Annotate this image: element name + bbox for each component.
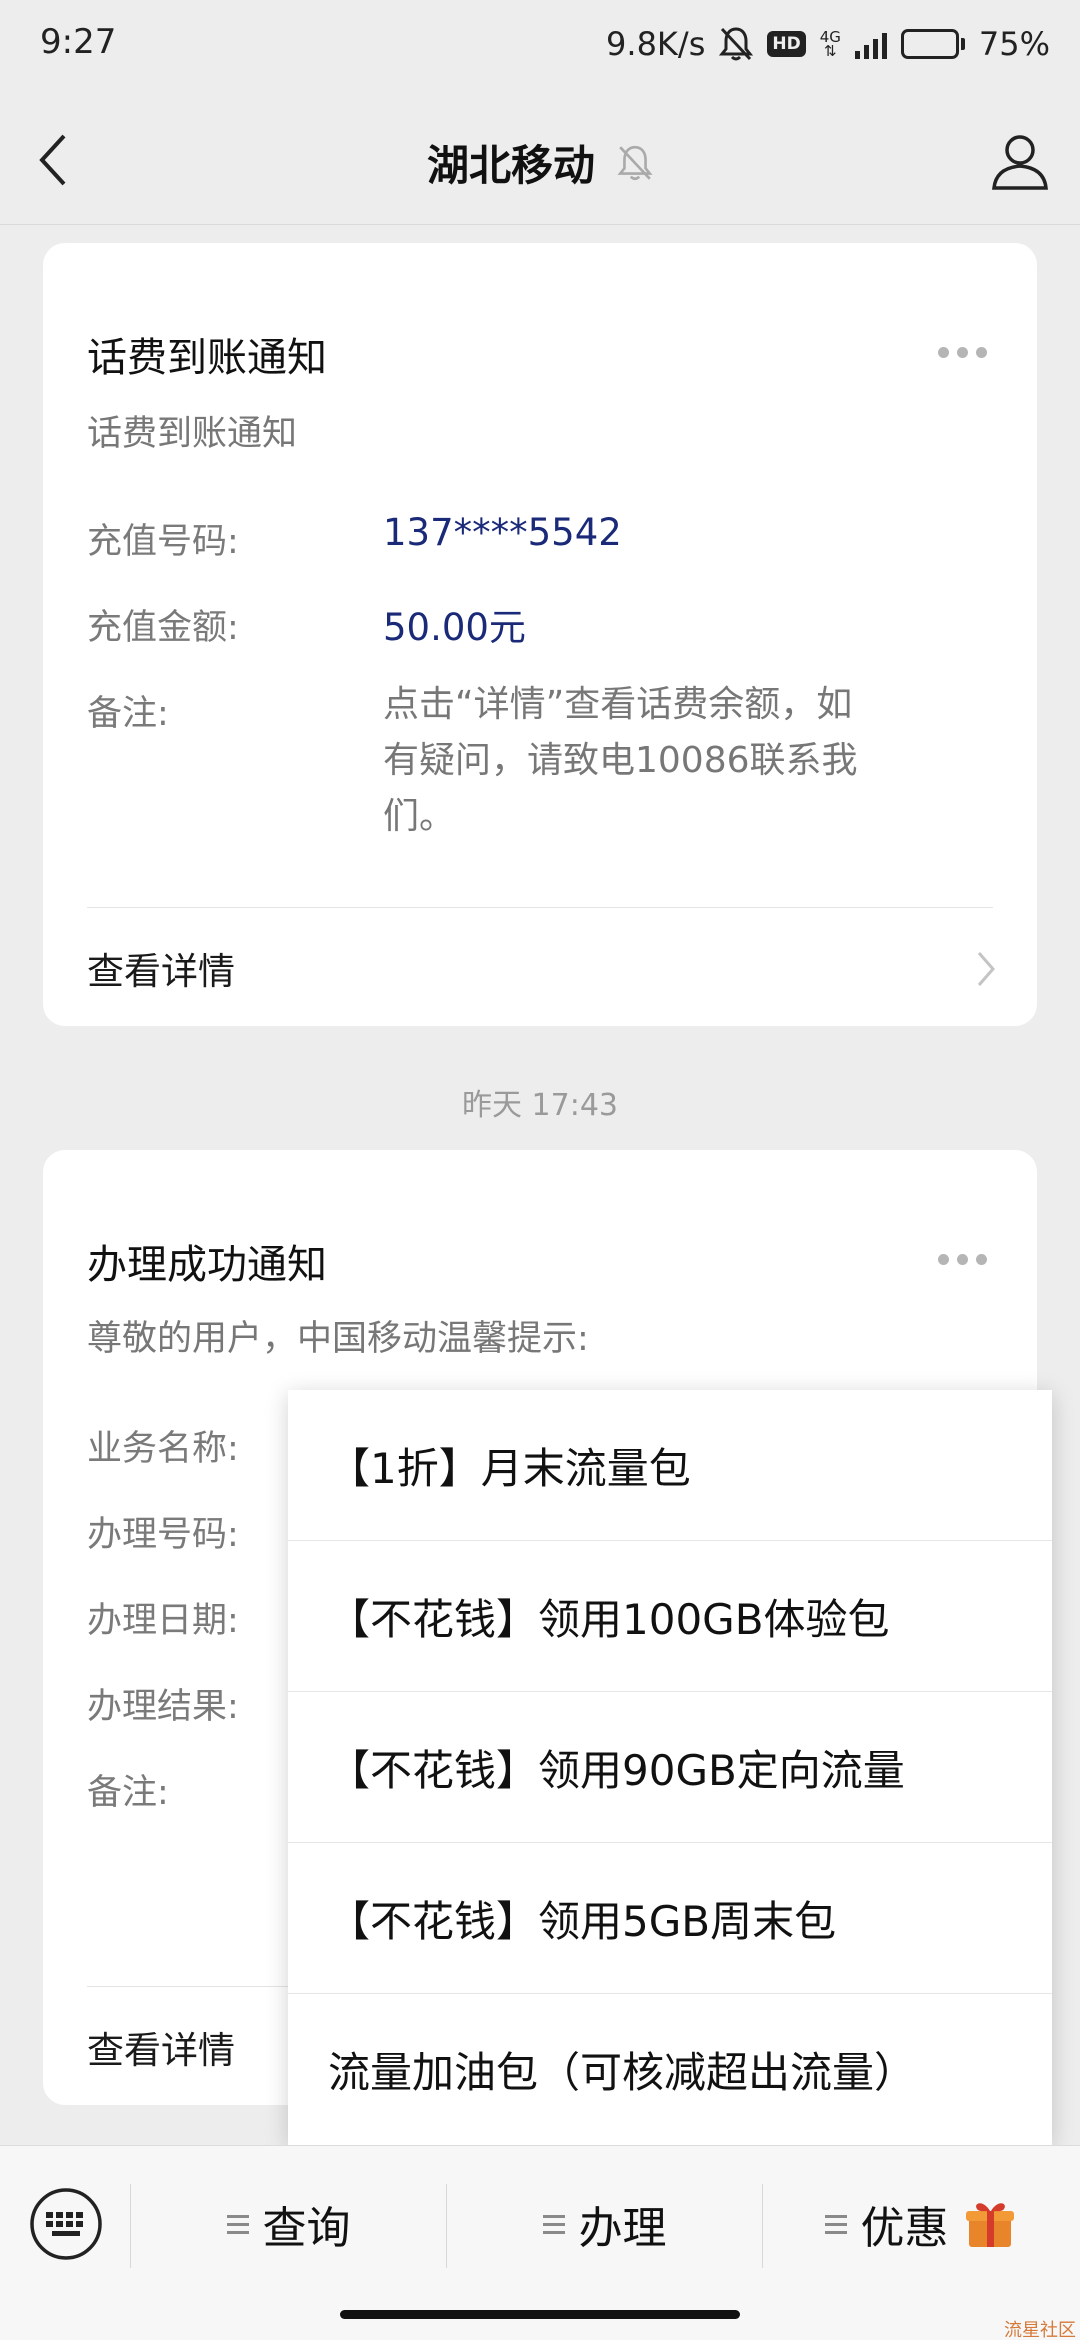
hd-badge: HD — [767, 31, 806, 57]
field-label: 充值金额: — [87, 608, 239, 648]
menu-item-monthend-package[interactable]: 【1折】月末流量包 — [288, 1390, 1052, 1541]
tab-handle[interactable]: 办理 — [447, 2176, 762, 2272]
menu-lines-icon — [542, 2214, 565, 2234]
battery-icon — [900, 29, 965, 59]
page-title: 湖北移动 — [426, 141, 595, 190]
view-details-link[interactable]: 查看详情 — [87, 941, 235, 995]
menu-item-100gb-trial[interactable]: 【不花钱】领用100GB体验包 — [288, 1541, 1052, 1692]
more-options-icon[interactable] — [938, 1254, 987, 1265]
status-time: 9:27 — [40, 22, 117, 62]
tab-label: 优惠 — [860, 2203, 949, 2254]
recharge-notice-card: 话费到账通知 话费到账通知 充值号码: 137****5542 充值金额: 50… — [43, 243, 1037, 1026]
field-label: 充值号码: — [87, 522, 239, 562]
gift-icon — [965, 2203, 1014, 2247]
chevron-right-icon[interactable] — [973, 949, 997, 989]
service-popup-menu: 【1折】月末流量包 【不花钱】领用100GB体验包 【不花钱】领用90GB定向流… — [288, 1390, 1052, 2145]
mute-bell-status-icon — [719, 27, 754, 61]
page-title-bar: 湖北移动 — [0, 132, 1080, 193]
user-icon[interactable] — [988, 130, 1052, 194]
recharge-number: 137****5542 — [383, 511, 622, 554]
field-label: 备注: — [87, 1773, 169, 1813]
battery-percent: 75% — [978, 25, 1050, 63]
menu-item-5gb-weekend[interactable]: 【不花钱】领用5GB周末包 — [288, 1843, 1052, 1994]
view-details-link[interactable]: 查看详情 — [87, 2020, 235, 2074]
status-indicators: 9.8K/s HD 4G ⇅ 75% — [606, 20, 1050, 68]
menu-lines-icon — [824, 2214, 847, 2234]
field-label: 办理日期: — [87, 1601, 239, 1641]
menu-item-90gb-directional[interactable]: 【不花钱】领用90GB定向流量 — [288, 1692, 1052, 1843]
signal-icon — [854, 29, 887, 59]
card-subtitle: 话费到账通知 — [87, 414, 298, 454]
tab-offers[interactable]: 优惠 — [763, 2176, 1078, 2272]
card-subtitle: 尊敬的用户，中国移动温馨提示: — [87, 1319, 589, 1359]
field-label: 办理号码: — [87, 1515, 239, 1555]
keyboard-icon[interactable] — [28, 2186, 104, 2262]
tab-label: 办理 — [578, 2203, 667, 2254]
menu-item-data-booster[interactable]: 流量加油包（可核减超出流量） — [288, 1994, 1052, 2145]
recharge-amount: 50.00元 — [383, 606, 526, 649]
tab-query[interactable]: 查询 — [131, 2176, 446, 2272]
field-label: 办理结果: — [87, 1687, 239, 1727]
data-arrows-icon: ⇅ — [824, 42, 837, 60]
menu-lines-icon — [226, 2214, 249, 2234]
more-options-icon[interactable] — [938, 347, 987, 358]
message-timestamp: 昨天 17:43 — [462, 1088, 618, 1123]
mute-bell-icon — [617, 145, 653, 180]
home-indicator[interactable] — [340, 2310, 740, 2319]
card-title: 办理成功通知 — [87, 1242, 327, 1288]
net-speed: 9.8K/s — [606, 25, 706, 63]
tab-label: 查询 — [262, 2203, 351, 2254]
nav-divider — [0, 224, 1080, 225]
field-label: 备注: — [87, 694, 169, 734]
card-title: 话费到账通知 — [87, 335, 327, 381]
field-label: 业务名称: — [87, 1429, 239, 1469]
note-text: 点击“详情”查看话费余额，如 有疑问，请致电10086联系我 们。 — [383, 684, 858, 837]
card-divider — [87, 907, 993, 908]
watermark: 流星社区 — [1004, 2320, 1076, 2340]
